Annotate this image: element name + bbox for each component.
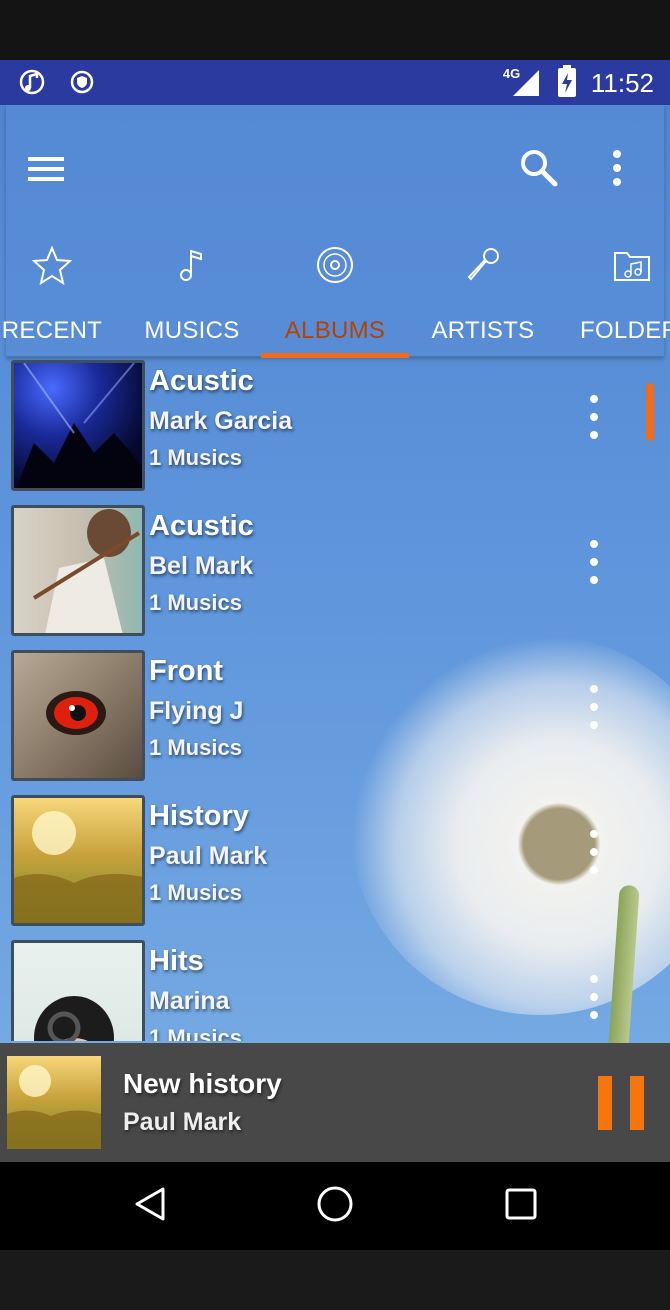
top-frame <box>0 0 670 60</box>
tab-bar: RECENT MUSICS ALBUMS ARTISTS FOLDER <box>0 225 670 355</box>
album-more-button[interactable] <box>582 830 606 874</box>
more-vert-icon <box>612 149 622 192</box>
album-artist: Bel Mark <box>149 552 254 580</box>
now-playing-title: New history <box>123 1068 282 1099</box>
tab-label: MUSICS <box>144 317 240 344</box>
album-art <box>11 360 145 491</box>
album-artist: Marina <box>149 987 230 1015</box>
pause-button[interactable] <box>598 1076 644 1130</box>
tab-albums[interactable]: ALBUMS <box>268 225 402 355</box>
now-playing-art <box>7 1056 101 1149</box>
folder-music-icon <box>610 243 654 287</box>
system-nav-bar <box>0 1162 670 1250</box>
list-item[interactable]: History Paul Mark 1 Musics <box>0 792 670 937</box>
list-item[interactable]: Acustic Bel Mark 1 Musics <box>0 502 670 647</box>
tab-folder[interactable]: FOLDER <box>574 225 670 355</box>
album-more-button[interactable] <box>582 975 606 1019</box>
status-time: 11:52 <box>590 67 654 98</box>
menu-button[interactable] <box>24 149 68 193</box>
pause-icon-bar <box>630 1076 644 1130</box>
now-playing-bar[interactable]: New history Paul Mark <box>0 1043 670 1162</box>
album-track-count: 1 Musics <box>149 735 242 760</box>
tab-label: ARTISTS <box>431 317 535 344</box>
music-notification-icon <box>18 68 46 101</box>
album-title: Acustic <box>149 365 254 397</box>
vpn-shield-icon <box>70 70 94 99</box>
album-artist: Mark Garcia <box>149 407 293 435</box>
album-icon <box>313 243 357 287</box>
music-note-icon <box>170 243 214 287</box>
album-list: Acustic Mark Garcia 1 Musics Acustic Bel… <box>0 357 670 1041</box>
album-more-button[interactable] <box>582 540 606 584</box>
pause-icon <box>598 1076 612 1130</box>
album-title: History <box>149 800 249 832</box>
back-icon <box>133 1186 167 1227</box>
album-title: Hits <box>149 945 204 977</box>
album-art <box>11 505 145 636</box>
bottom-frame <box>0 1250 670 1310</box>
album-track-count: 1 Musics <box>149 880 242 905</box>
home-icon <box>316 1185 354 1228</box>
signal-icon: 4G <box>503 66 543 100</box>
list-item[interactable]: Front Flying J 1 Musics <box>0 647 670 792</box>
album-art <box>11 795 145 926</box>
more-options-button[interactable] <box>600 147 634 193</box>
search-button[interactable] <box>516 147 562 193</box>
tab-label: FOLDER <box>580 317 670 344</box>
album-more-button[interactable] <box>582 685 606 729</box>
album-artist: Flying J <box>149 697 244 725</box>
recents-icon <box>504 1187 538 1226</box>
album-track-count: 1 Musics <box>149 590 242 615</box>
battery-charging-icon <box>557 64 577 102</box>
status-bar: 4G 11:52 <box>0 60 670 105</box>
album-track-count: 1 Musics <box>149 445 242 470</box>
recents-button[interactable] <box>499 1184 543 1228</box>
star-icon <box>30 243 74 287</box>
now-playing-artist: Paul Mark <box>123 1108 242 1136</box>
microphone-icon <box>461 243 505 287</box>
menu-icon <box>28 155 64 188</box>
list-item[interactable]: Acustic Mark Garcia 1 Musics <box>0 357 670 502</box>
album-artist: Paul Mark <box>149 842 268 870</box>
album-art <box>11 650 145 781</box>
tab-recent[interactable]: RECENT <box>2 225 102 355</box>
album-track-count: 1 Musics <box>149 1025 242 1041</box>
tab-label: RECENT <box>1 317 103 344</box>
tab-artists[interactable]: ARTISTS <box>424 225 542 355</box>
scrollbar-thumb[interactable] <box>646 383 654 441</box>
album-more-button[interactable] <box>582 395 606 439</box>
home-button[interactable] <box>313 1184 357 1228</box>
tab-musics[interactable]: MUSICS <box>136 225 248 355</box>
album-art <box>11 940 145 1041</box>
main-screen: RECENT MUSICS ALBUMS ARTISTS FOLDER Acus… <box>0 105 670 1162</box>
back-button[interactable] <box>128 1184 172 1228</box>
tab-label: ALBUMS <box>284 317 386 344</box>
album-title: Acustic <box>149 510 254 542</box>
album-title: Front <box>149 655 224 687</box>
list-item[interactable]: Hits Marina 1 Musics <box>0 937 670 1041</box>
search-icon <box>519 148 559 193</box>
